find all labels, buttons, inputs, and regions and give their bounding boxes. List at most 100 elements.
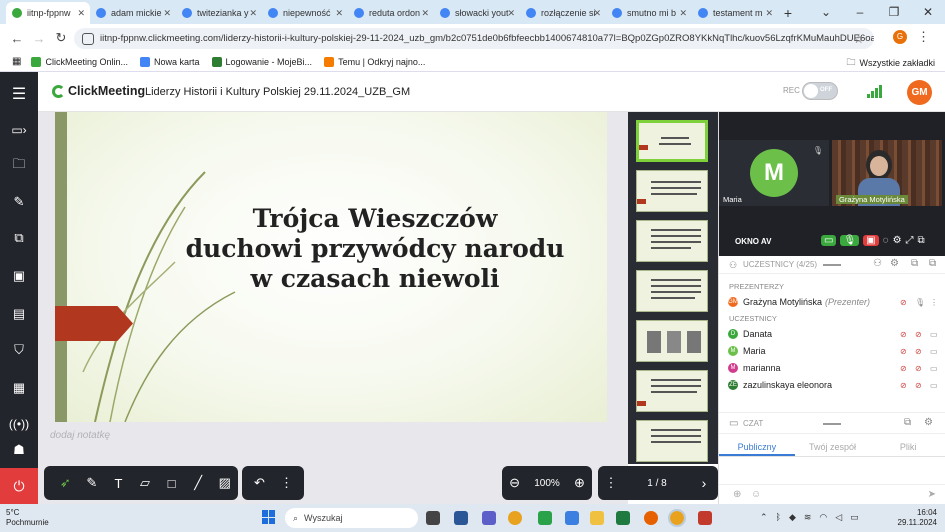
taskbar-clock[interactable]: 16:04 29.11.2024 bbox=[898, 508, 937, 528]
popout-icon[interactable]: ⧉ bbox=[904, 417, 911, 428]
bookmark-item[interactable]: ClickMeeting Onlin... bbox=[31, 56, 128, 67]
more-icon[interactable]: ⋮ bbox=[930, 298, 938, 307]
slide-thumb-5[interactable] bbox=[636, 320, 708, 362]
network-icon[interactable]: ≋ bbox=[804, 512, 812, 523]
browser-menu-icon[interactable]: ⋮ bbox=[917, 29, 930, 45]
popout-icon[interactable]: ⧉ bbox=[918, 235, 925, 246]
screen-icon[interactable]: ▭ bbox=[930, 347, 938, 356]
settings-icon[interactable]: ⚙ bbox=[890, 258, 899, 269]
bookmark-item[interactable]: Temu | Odkryj najno... bbox=[324, 56, 425, 67]
profile-avatar[interactable]: G bbox=[893, 30, 907, 44]
slide-thumb-4[interactable] bbox=[636, 270, 708, 312]
tab-public[interactable]: Publiczny bbox=[719, 437, 795, 456]
camera-off-icon[interactable]: ⊘ bbox=[900, 298, 908, 307]
zoom-in-icon[interactable]: ⊕ bbox=[574, 475, 585, 491]
slide-thumb-7[interactable] bbox=[636, 420, 708, 462]
tab-close-icon[interactable]: ✕ bbox=[593, 8, 601, 19]
bookmark-item[interactable]: Logowanie - MojeBi... bbox=[211, 56, 312, 67]
slide-thumb-2[interactable] bbox=[636, 170, 708, 212]
folder-icon[interactable]: 🗀 bbox=[0, 148, 38, 184]
minimize-icon[interactable]: – bbox=[843, 0, 877, 24]
chrome-active-icon[interactable] bbox=[668, 509, 686, 527]
chat-bubble-icon[interactable]: ◌ bbox=[883, 235, 889, 246]
popout-icon[interactable]: ⧉ bbox=[911, 258, 918, 269]
apps-grid-icon[interactable]: ▦ bbox=[12, 56, 21, 67]
chat-input[interactable]: ⊕ ☺ ➤ bbox=[719, 484, 945, 504]
bookmark-item[interactable]: Nowa karta bbox=[139, 56, 200, 67]
chevron-up-icon[interactable]: ⌃ bbox=[760, 512, 768, 523]
mic-off-icon[interactable]: ⊘ bbox=[900, 347, 908, 356]
participant-row[interactable]: ZE zazulinskaya eleonora ⊘ ⊘ ▭ bbox=[728, 377, 938, 392]
back-icon[interactable]: ← bbox=[6, 31, 28, 46]
tasks-icon[interactable]: ▤ bbox=[0, 296, 38, 332]
text-icon[interactable]: T bbox=[105, 476, 132, 491]
bookmark-star-icon[interactable]: ☆ bbox=[853, 32, 864, 46]
tab-close-icon[interactable]: ✕ bbox=[335, 8, 343, 19]
rectangle-icon[interactable]: □ bbox=[158, 476, 185, 491]
participant-row[interactable]: Mmarianna ⊘ ⊘ ▭ bbox=[728, 360, 938, 375]
popout-icon[interactable]: ⧉ bbox=[929, 258, 936, 269]
edge-icon[interactable] bbox=[565, 511, 579, 525]
menu-icon[interactable]: ☰ bbox=[0, 76, 38, 112]
send-icon[interactable]: ➤ bbox=[928, 489, 936, 500]
screen-icon[interactable]: ▭ bbox=[930, 381, 938, 390]
mic-icon[interactable]: 🎙 bbox=[840, 235, 860, 246]
windows-start-icon[interactable] bbox=[262, 510, 276, 524]
slide-thumb-1[interactable] bbox=[636, 120, 708, 162]
video-tile-maria[interactable]: M Maria 🎙 bbox=[719, 140, 829, 206]
browser-tab[interactable]: testament m ✕ bbox=[692, 2, 778, 24]
mic-off-icon[interactable]: ⊘ bbox=[900, 330, 908, 339]
app-icon[interactable] bbox=[698, 511, 712, 525]
forward-icon[interactable]: → bbox=[28, 31, 50, 46]
participant-row[interactable]: M Maria ⊘ ⊘ ▭ bbox=[728, 343, 938, 358]
new-tab-button[interactable]: + bbox=[778, 2, 798, 24]
collapse-handle[interactable] bbox=[823, 423, 841, 425]
browser-tab[interactable]: słowacki yout ✕ bbox=[434, 2, 520, 24]
camera-off-icon[interactable]: ⊘ bbox=[915, 347, 923, 356]
mic-icon[interactable]: 🎙 bbox=[915, 298, 925, 307]
settings-icon[interactable]: ⚙ bbox=[893, 235, 902, 246]
recording-toggle[interactable]: OFF bbox=[802, 82, 838, 100]
dropbox-icon[interactable]: ◆ bbox=[789, 512, 796, 523]
tab-close-icon[interactable]: ✕ bbox=[679, 8, 687, 19]
fullscreen-icon[interactable]: ⤢ bbox=[906, 235, 914, 246]
participant-row[interactable]: GM Grażyna Motylińska (Prezenter) ⊘ 🎙 ⋮ bbox=[728, 294, 938, 309]
screen-share-icon[interactable]: ▣ bbox=[863, 235, 879, 246]
pen-icon[interactable]: ✎ bbox=[79, 475, 106, 491]
line-icon[interactable]: ╱ bbox=[185, 475, 212, 491]
teams-icon[interactable] bbox=[482, 511, 496, 525]
all-bookmarks[interactable]: 🗀 Wszystkie zakładki bbox=[846, 55, 935, 71]
chrome-icon[interactable] bbox=[508, 511, 522, 525]
browser-tab[interactable]: twitezianka y ✕ bbox=[176, 2, 262, 24]
browser-tab[interactable]: rozłączenie si ✕ bbox=[520, 2, 606, 24]
camera-off-icon[interactable]: ⊘ bbox=[915, 364, 923, 373]
image-icon[interactable]: ▨ bbox=[211, 475, 238, 491]
video-tile-grazyna[interactable]: Grażyna Motylińska bbox=[832, 140, 942, 206]
mic-off-icon[interactable]: ⊘ bbox=[900, 381, 908, 390]
participant-row[interactable]: D Danata ⊘ ⊘ ▭ bbox=[728, 326, 938, 341]
add-participant-icon[interactable]: ⚇ bbox=[873, 258, 882, 269]
camera-icon[interactable]: ▭› bbox=[0, 112, 38, 148]
more-icon[interactable]: ⋮ bbox=[273, 475, 300, 491]
tab-close-icon[interactable]: ✕ bbox=[507, 8, 515, 19]
tab-close-icon[interactable]: ✕ bbox=[249, 8, 257, 19]
camera-icon[interactable]: ▭ bbox=[821, 235, 837, 246]
collapse-handle[interactable] bbox=[823, 264, 841, 266]
camera-off-icon[interactable]: ⊘ bbox=[915, 381, 923, 390]
tab-close-icon[interactable]: ✕ bbox=[163, 8, 171, 19]
tab-close-icon[interactable]: ✕ bbox=[765, 8, 773, 19]
browser-tab[interactable]: niepewność ✕ bbox=[262, 2, 348, 24]
leave-button[interactable]: ⏻ bbox=[0, 468, 38, 504]
task-view-icon[interactable] bbox=[426, 511, 440, 525]
notes-input[interactable]: dodaj notatkę bbox=[50, 430, 110, 441]
firefox-icon[interactable] bbox=[644, 511, 658, 525]
tab-team[interactable]: Twój zespół bbox=[795, 437, 871, 456]
webinar-icon[interactable]: ☗ bbox=[0, 432, 38, 468]
edit-icon[interactable]: ✎ bbox=[0, 184, 38, 220]
settings-icon[interactable]: ⚙ bbox=[924, 417, 933, 428]
reload-icon[interactable]: ↻ bbox=[50, 30, 72, 46]
chevron-down-icon[interactable]: ⌄ bbox=[809, 0, 843, 24]
whatsapp-icon[interactable] bbox=[538, 511, 552, 525]
user-avatar[interactable]: GM bbox=[907, 80, 932, 105]
browser-tab[interactable]: adam mickie ✕ bbox=[90, 2, 176, 24]
